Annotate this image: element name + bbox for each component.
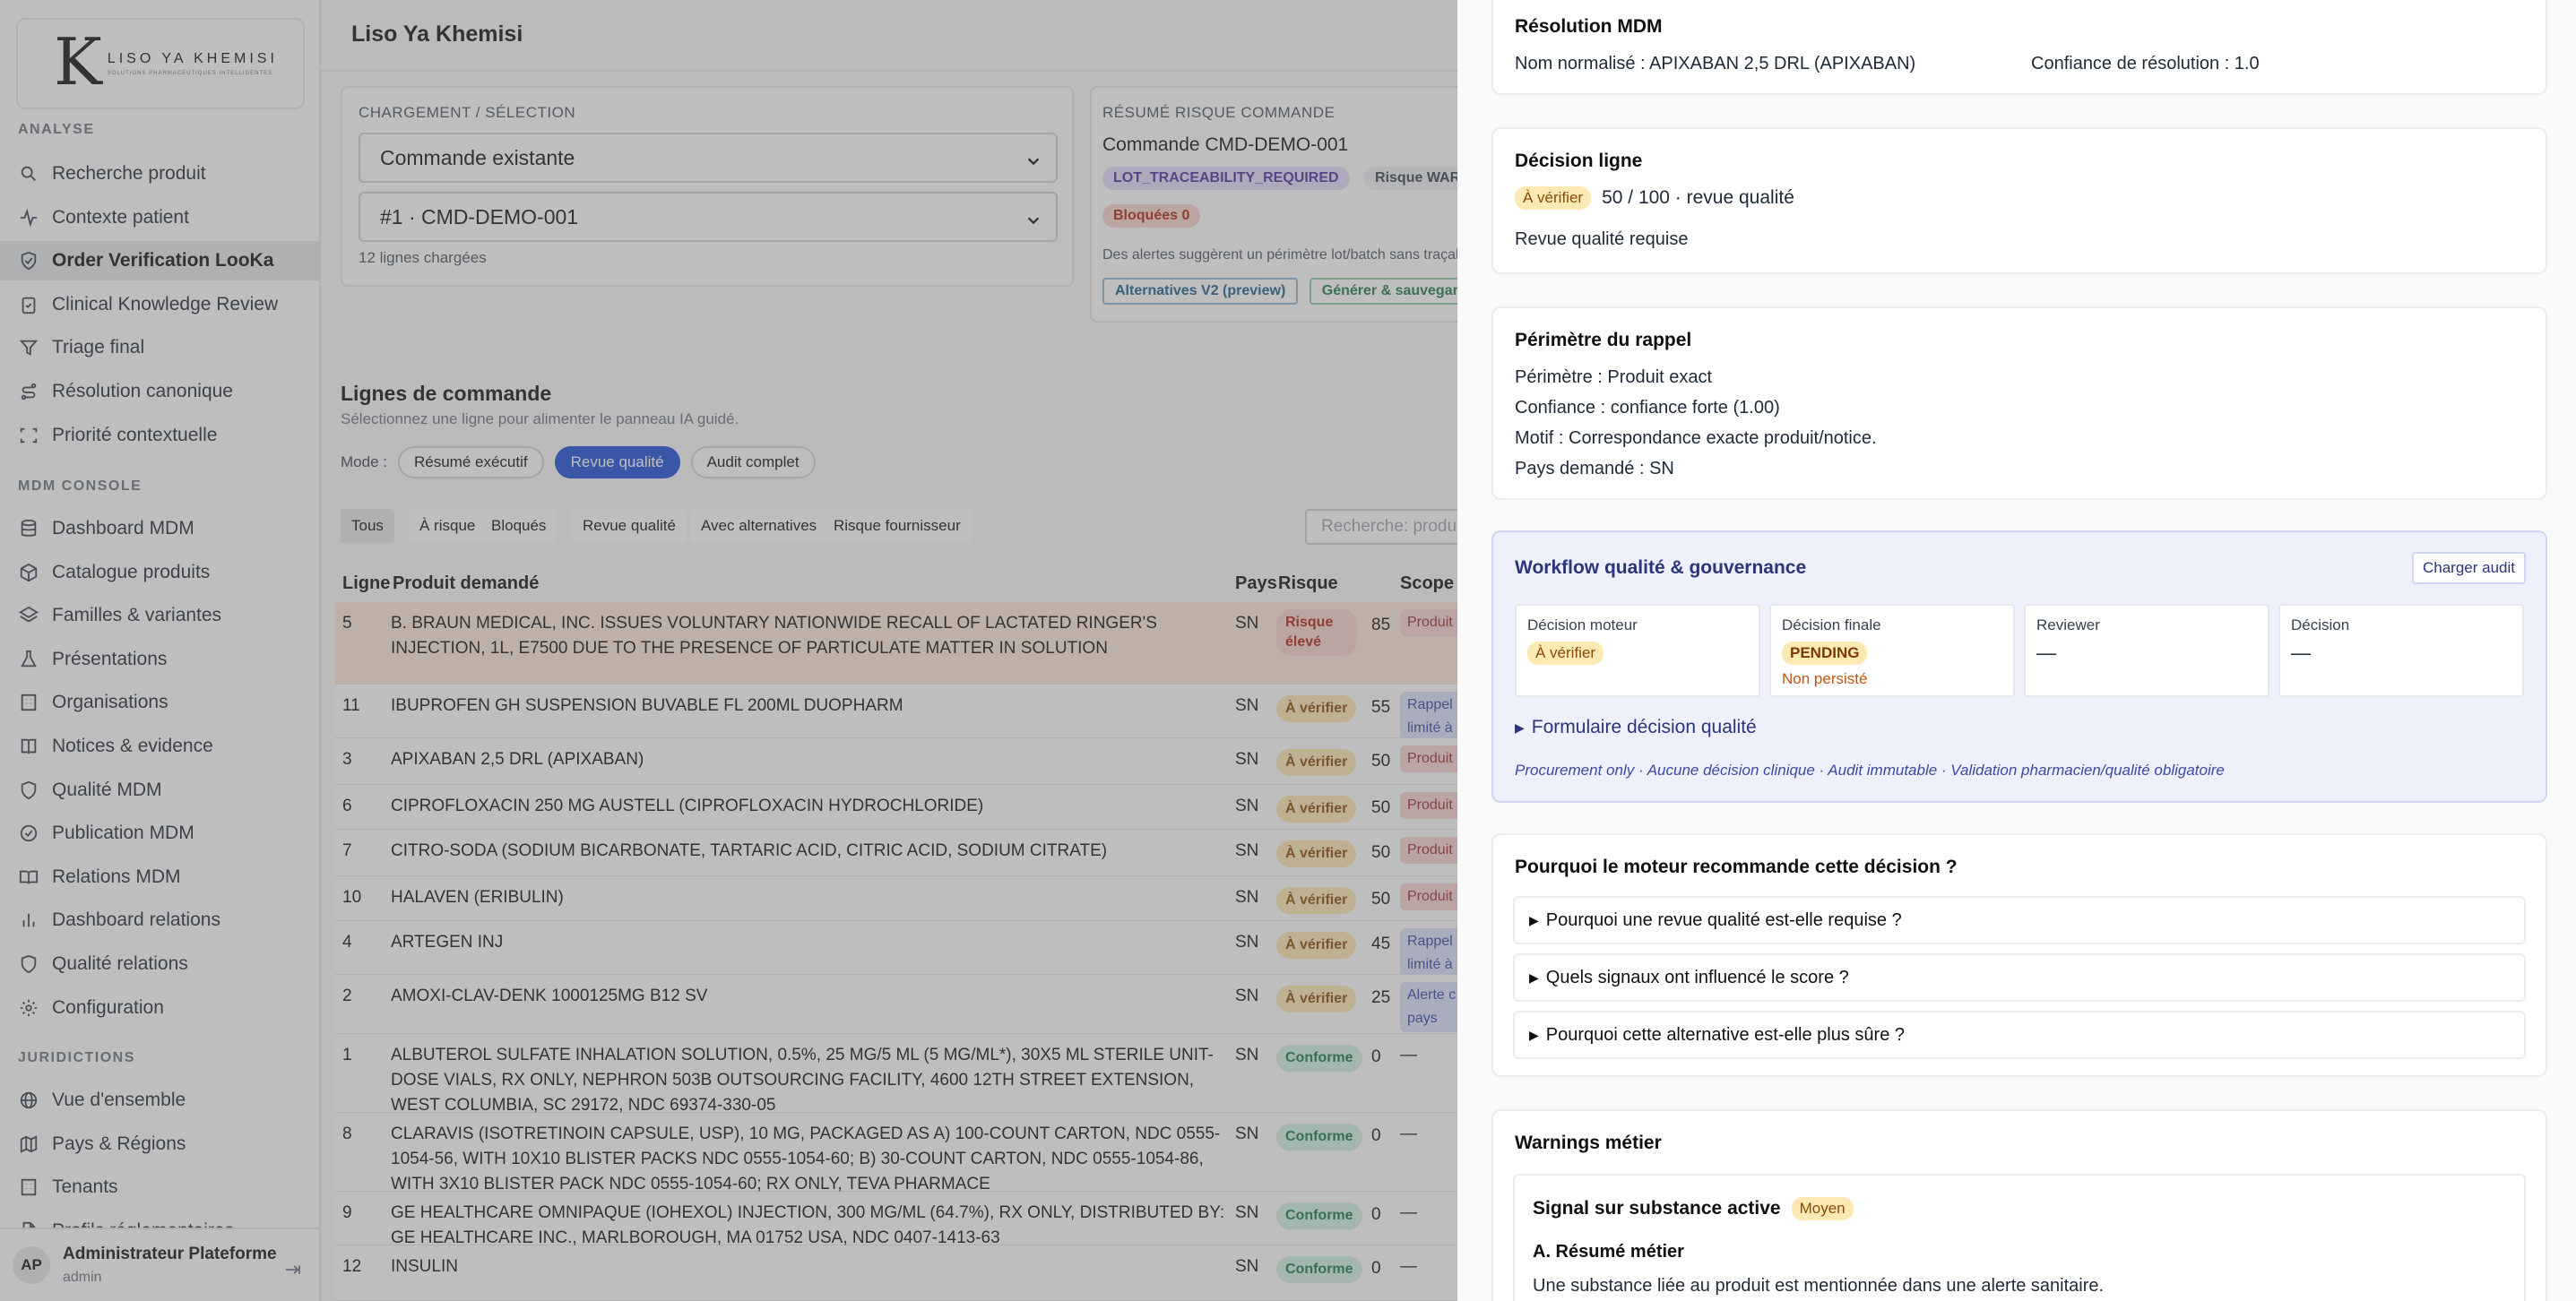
- triangle-right-icon: ▶: [1515, 719, 1525, 735]
- mdm-confidence: Confiance de résolution : 1.0: [2031, 54, 2260, 73]
- decision-box: Décision —: [2278, 604, 2524, 697]
- reviewer-label: Reviewer: [2036, 616, 2100, 633]
- warnings-card: Warnings métier Signal sur substance act…: [1491, 1109, 2547, 1301]
- line-decision-title: Décision ligne: [1515, 151, 1643, 171]
- recall-scope-country: Pays demandé : SN: [1515, 459, 1674, 478]
- warnings-title: Warnings métier: [1515, 1133, 1662, 1153]
- triangle-right-icon: ▶: [1529, 912, 1539, 927]
- warning-section-title: A. Résumé métier: [1533, 1242, 1684, 1262]
- line-decision-card: Décision ligne À vérifier 50 / 100 · rev…: [1491, 127, 2547, 274]
- workflow-title: Workflow qualité & gouvernance: [1515, 557, 1807, 578]
- warning-signal-title: Signal sur substance active: [1533, 1198, 1781, 1219]
- reviewer-value: —: [2036, 642, 2056, 664]
- modal-backdrop[interactable]: [0, 0, 1457, 1301]
- app-root: K LISO YA KHEMISI SOLUTIONS PHARMACEUTIQ…: [0, 0, 2576, 1301]
- workflow-note: Procurement only · Aucune décision clini…: [1515, 762, 2225, 779]
- recall-scope-reason: Motif : Correspondance exacte produit/no…: [1515, 428, 1877, 448]
- mdm-resolution-card: Résolution MDM Nom normalisé : APIXABAN …: [1491, 0, 2547, 95]
- workflow-card: Workflow qualité & gouvernance Charger a…: [1491, 530, 2547, 803]
- recall-scope-perimeter: Périmètre : Produit exact: [1515, 367, 1713, 387]
- why-signals-label: Quels signaux ont influencé le score ?: [1545, 967, 1849, 987]
- triangle-right-icon: ▶: [1529, 1027, 1539, 1042]
- engine-decision-value: À vérifier: [1527, 642, 1604, 665]
- load-audit-button[interactable]: Charger audit: [2411, 552, 2526, 584]
- why-quality-review-toggle[interactable]: ▶ Pourquoi une revue qualité est-elle re…: [1513, 896, 2526, 944]
- recall-scope-confidence: Confiance : confiance forte (1.00): [1515, 398, 1780, 418]
- decision-value: —: [2291, 642, 2311, 664]
- warning-level-badge: Moyen: [1791, 1197, 1854, 1220]
- engine-decision-label: Décision moteur: [1527, 616, 1638, 633]
- recall-scope-card: Périmètre du rappel Périmètre : Produit …: [1491, 306, 2547, 500]
- decision-note: Revue qualité requise: [1515, 229, 1689, 249]
- why-title: Pourquoi le moteur recommande cette déci…: [1515, 857, 1958, 877]
- why-quality-review-label: Pourquoi une revue qualité est-elle requ…: [1545, 909, 1902, 930]
- line-detail-panel: Résolution MDM Nom normalisé : APIXABAN …: [1457, 0, 2576, 1301]
- mdm-normalized-name: Nom normalisé : APIXABAN 2,5 DRL (APIXAB…: [1515, 54, 1916, 73]
- mdm-resolution-title: Résolution MDM: [1515, 16, 1663, 37]
- why-signals-toggle[interactable]: ▶ Quels signaux ont influencé le score ?: [1513, 953, 2526, 1002]
- final-decision-box: Décision finale PENDING Non persisté: [1769, 604, 2015, 697]
- decision-score: 50 / 100 · revue qualité: [1602, 187, 1794, 208]
- quality-form-toggle[interactable]: ▶ Formulaire décision qualité: [1515, 717, 1757, 738]
- why-alternative-label: Pourquoi cette alternative est-elle plus…: [1545, 1024, 1906, 1045]
- warning-item: Signal sur substance active Moyen A. Rés…: [1513, 1174, 2526, 1301]
- triangle-right-icon: ▶: [1529, 969, 1539, 985]
- final-decision-label: Décision finale: [1782, 616, 1881, 633]
- decision-label: Décision: [2291, 616, 2350, 633]
- final-decision-value: PENDING: [1782, 642, 1868, 665]
- recall-scope-title: Périmètre du rappel: [1515, 330, 1692, 350]
- warning-text: Une substance liée au produit est mentio…: [1533, 1276, 2105, 1296]
- engine-decision-box: Décision moteur À vérifier: [1515, 604, 1760, 697]
- reviewer-box: Reviewer —: [2024, 604, 2269, 697]
- final-decision-status: Non persisté: [1782, 670, 1868, 687]
- quality-form-label: Formulaire décision qualité: [1531, 717, 1757, 737]
- why-card: Pourquoi le moteur recommande cette déci…: [1491, 833, 2547, 1077]
- why-alternative-toggle[interactable]: ▶ Pourquoi cette alternative est-elle pl…: [1513, 1011, 2526, 1059]
- decision-badge: À vérifier: [1515, 186, 1592, 210]
